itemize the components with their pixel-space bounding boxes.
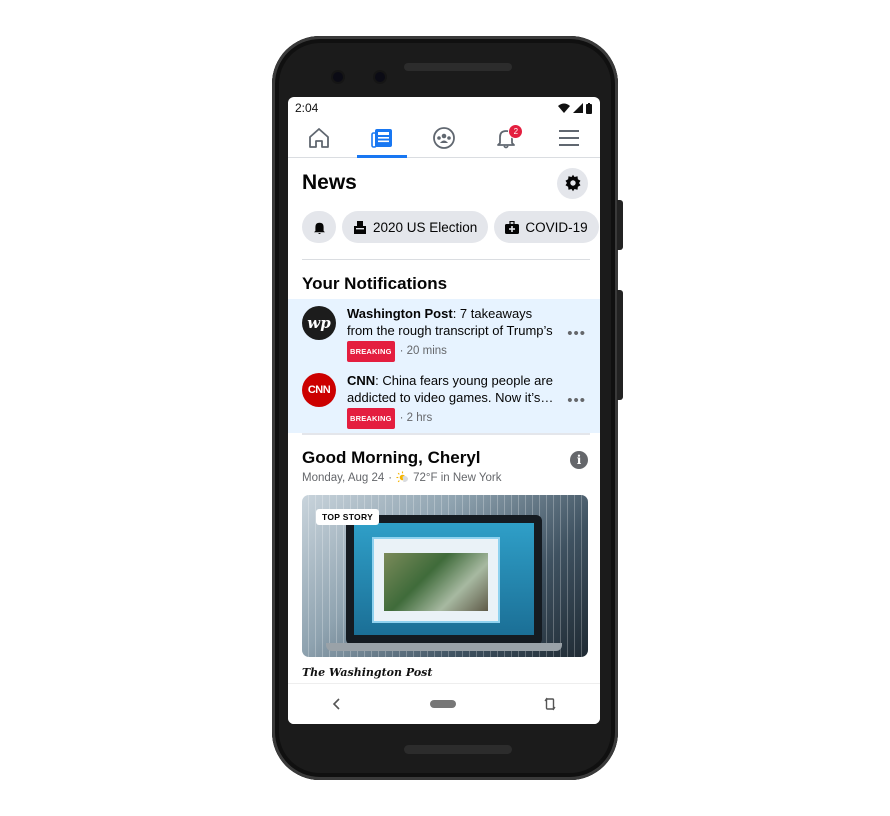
cnn-avatar: CNN xyxy=(302,373,336,407)
notification-badge: 2 xyxy=(508,124,524,139)
tab-groups[interactable] xyxy=(419,119,469,157)
washington-post-avatar: wp xyxy=(302,306,336,340)
tab-menu[interactable] xyxy=(544,119,594,157)
front-sensor xyxy=(375,72,385,82)
notification-item[interactable]: wp Washington Post: 7 takeaways from the… xyxy=(288,299,600,366)
chip-election[interactable]: 2020 US Election xyxy=(342,211,489,243)
battery-icon xyxy=(586,102,592,114)
page-title: News xyxy=(302,171,357,194)
greeting-title: Good Morning, Cheryl xyxy=(302,448,481,467)
signal-icon xyxy=(573,103,583,113)
chip-notifications[interactable] xyxy=(302,211,336,243)
screen: 2:04 2 News 2020 US Election COVID-19 Yo… xyxy=(288,97,600,724)
status-time: 2:04 xyxy=(295,101,319,115)
back-icon[interactable] xyxy=(332,698,342,710)
publisher-logo: The Washington Post xyxy=(302,666,433,679)
top-story-badge: TOP STORY xyxy=(316,509,380,525)
breaking-badge: BREAKING xyxy=(347,408,395,429)
chip-label: 2020 US Election xyxy=(373,219,478,235)
speaker-top xyxy=(404,63,512,71)
front-camera xyxy=(333,72,343,82)
more-options-icon[interactable]: ••• xyxy=(567,392,586,409)
breaking-badge: BREAKING xyxy=(347,341,395,362)
greeting-date: Monday, Aug 24 xyxy=(302,471,385,484)
groups-icon xyxy=(433,127,455,149)
cnn-logo: CNN xyxy=(307,384,331,396)
wp-logo: wp xyxy=(307,314,331,332)
notification-source: Washington Post xyxy=(347,306,453,321)
greeting-header: Good Morning, Cheryl i xyxy=(288,435,600,469)
notifications-title: Your Notifications xyxy=(302,274,448,293)
news-header: News xyxy=(288,158,600,208)
chip-covid[interactable]: COVID-19 xyxy=(494,211,599,243)
tab-notifications[interactable]: 2 xyxy=(481,119,531,157)
weather-text: 72°F in New York xyxy=(413,471,502,484)
wifi-icon xyxy=(558,103,570,113)
tab-home[interactable] xyxy=(294,119,344,157)
bell-icon xyxy=(313,222,325,234)
ballot-icon xyxy=(354,221,366,234)
power-button xyxy=(617,200,623,250)
news-icon xyxy=(370,129,392,148)
weather-sun-icon xyxy=(396,471,409,483)
info-icon[interactable]: i xyxy=(570,451,588,469)
gear-icon xyxy=(565,174,580,192)
separator: · xyxy=(388,471,393,484)
menu-icon xyxy=(558,130,579,146)
settings-button[interactable] xyxy=(557,167,588,199)
home-icon xyxy=(309,128,330,148)
top-story-image[interactable]: TOP STORY xyxy=(302,495,588,657)
notification-item[interactable]: CNN CNN: China fears young people are ad… xyxy=(288,366,600,433)
topic-chips: 2020 US Election COVID-19 xyxy=(288,210,600,244)
top-nav: 2 xyxy=(288,119,600,158)
notification-time: · 20 mins xyxy=(399,345,447,357)
system-nav-bar xyxy=(288,683,600,724)
speaker-bottom xyxy=(404,745,512,754)
notification-text: : China fears young people are addicted … xyxy=(347,373,554,405)
volume-button xyxy=(617,290,623,400)
notification-source: CNN xyxy=(347,373,376,388)
laptop-illustration xyxy=(326,515,562,651)
home-pill-button[interactable] xyxy=(430,700,456,708)
status-bar: 2:04 xyxy=(288,97,600,119)
greeting-subtitle: Monday, Aug 24 · 72°F in New York xyxy=(288,469,600,484)
rotate-icon[interactable] xyxy=(544,697,556,711)
chip-label: COVID-19 xyxy=(525,219,588,235)
notification-time: · 2 hrs xyxy=(399,412,433,424)
tab-news[interactable] xyxy=(356,119,407,158)
more-options-icon[interactable]: ••• xyxy=(567,325,586,342)
medical-kit-icon xyxy=(505,220,520,234)
